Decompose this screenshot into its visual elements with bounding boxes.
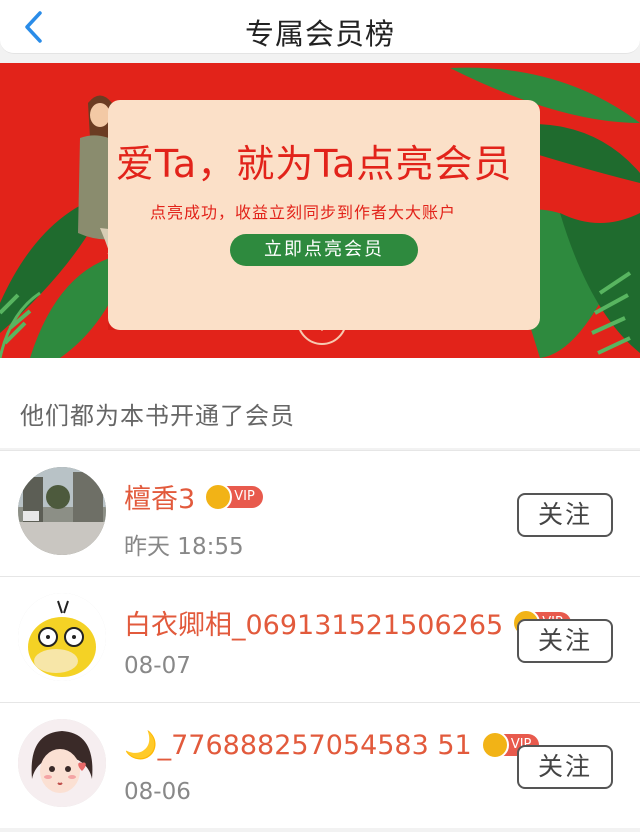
member-name[interactable]: 白衣卿相_069131521506265	[124, 610, 503, 641]
avatar[interactable]	[18, 719, 106, 807]
member-name[interactable]: 🌙_776888257054583 51	[124, 730, 472, 761]
list-item[interactable]: 白衣卿相_069131521506265 VIP 08-07 关注	[0, 576, 640, 702]
name-line: 白衣卿相_069131521506265 VIP	[124, 603, 571, 642]
member-list: 檀香3 VIP 昨天 18:55 关注 白衣卿相_069131521506265	[0, 450, 640, 828]
list-item[interactable]: 🌙_776888257054583 51 VIP 08-06 关注	[0, 702, 640, 828]
crown-icon	[204, 482, 233, 511]
crown-icon	[480, 731, 509, 759]
vip-label: VIP	[234, 488, 255, 504]
list-item[interactable]: 檀香3 VIP 昨天 18:55 关注	[0, 450, 640, 576]
follow-button[interactable]: 关注	[517, 493, 613, 537]
avatar[interactable]	[18, 467, 106, 555]
top-nav-bar: 专属会员榜	[0, 0, 640, 54]
member-time: 昨天 18:55	[124, 534, 244, 560]
member-time: 08-07	[124, 653, 191, 679]
follow-button[interactable]: 关注	[517, 745, 613, 789]
section-header: 他们都为本书开通了会员	[0, 358, 640, 448]
section-title: 他们都为本书开通了会员	[20, 402, 295, 430]
promo-banner[interactable]: 爱Ta，就为Ta点亮会员 点亮成功，收益立刻同步到作者大大账户 立即点亮会员	[0, 63, 640, 358]
follow-button[interactable]: 关注	[517, 619, 613, 663]
name-line: 檀香3 VIP	[124, 477, 263, 516]
member-name[interactable]: 檀香3	[124, 484, 195, 515]
banner-headline: 爱Ta，就为Ta点亮会员	[116, 142, 513, 186]
light-up-vip-button[interactable]: 立即点亮会员	[230, 234, 418, 266]
member-time: 08-06	[124, 779, 191, 805]
avatar[interactable]	[18, 593, 106, 681]
vip-badge: VIP	[204, 482, 263, 511]
page-title: 专属会员榜	[244, 17, 395, 51]
name-line: 🌙_776888257054583 51 VIP	[124, 729, 540, 761]
banner-subtitle: 点亮成功，收益立刻同步到作者大大账户	[150, 203, 457, 222]
